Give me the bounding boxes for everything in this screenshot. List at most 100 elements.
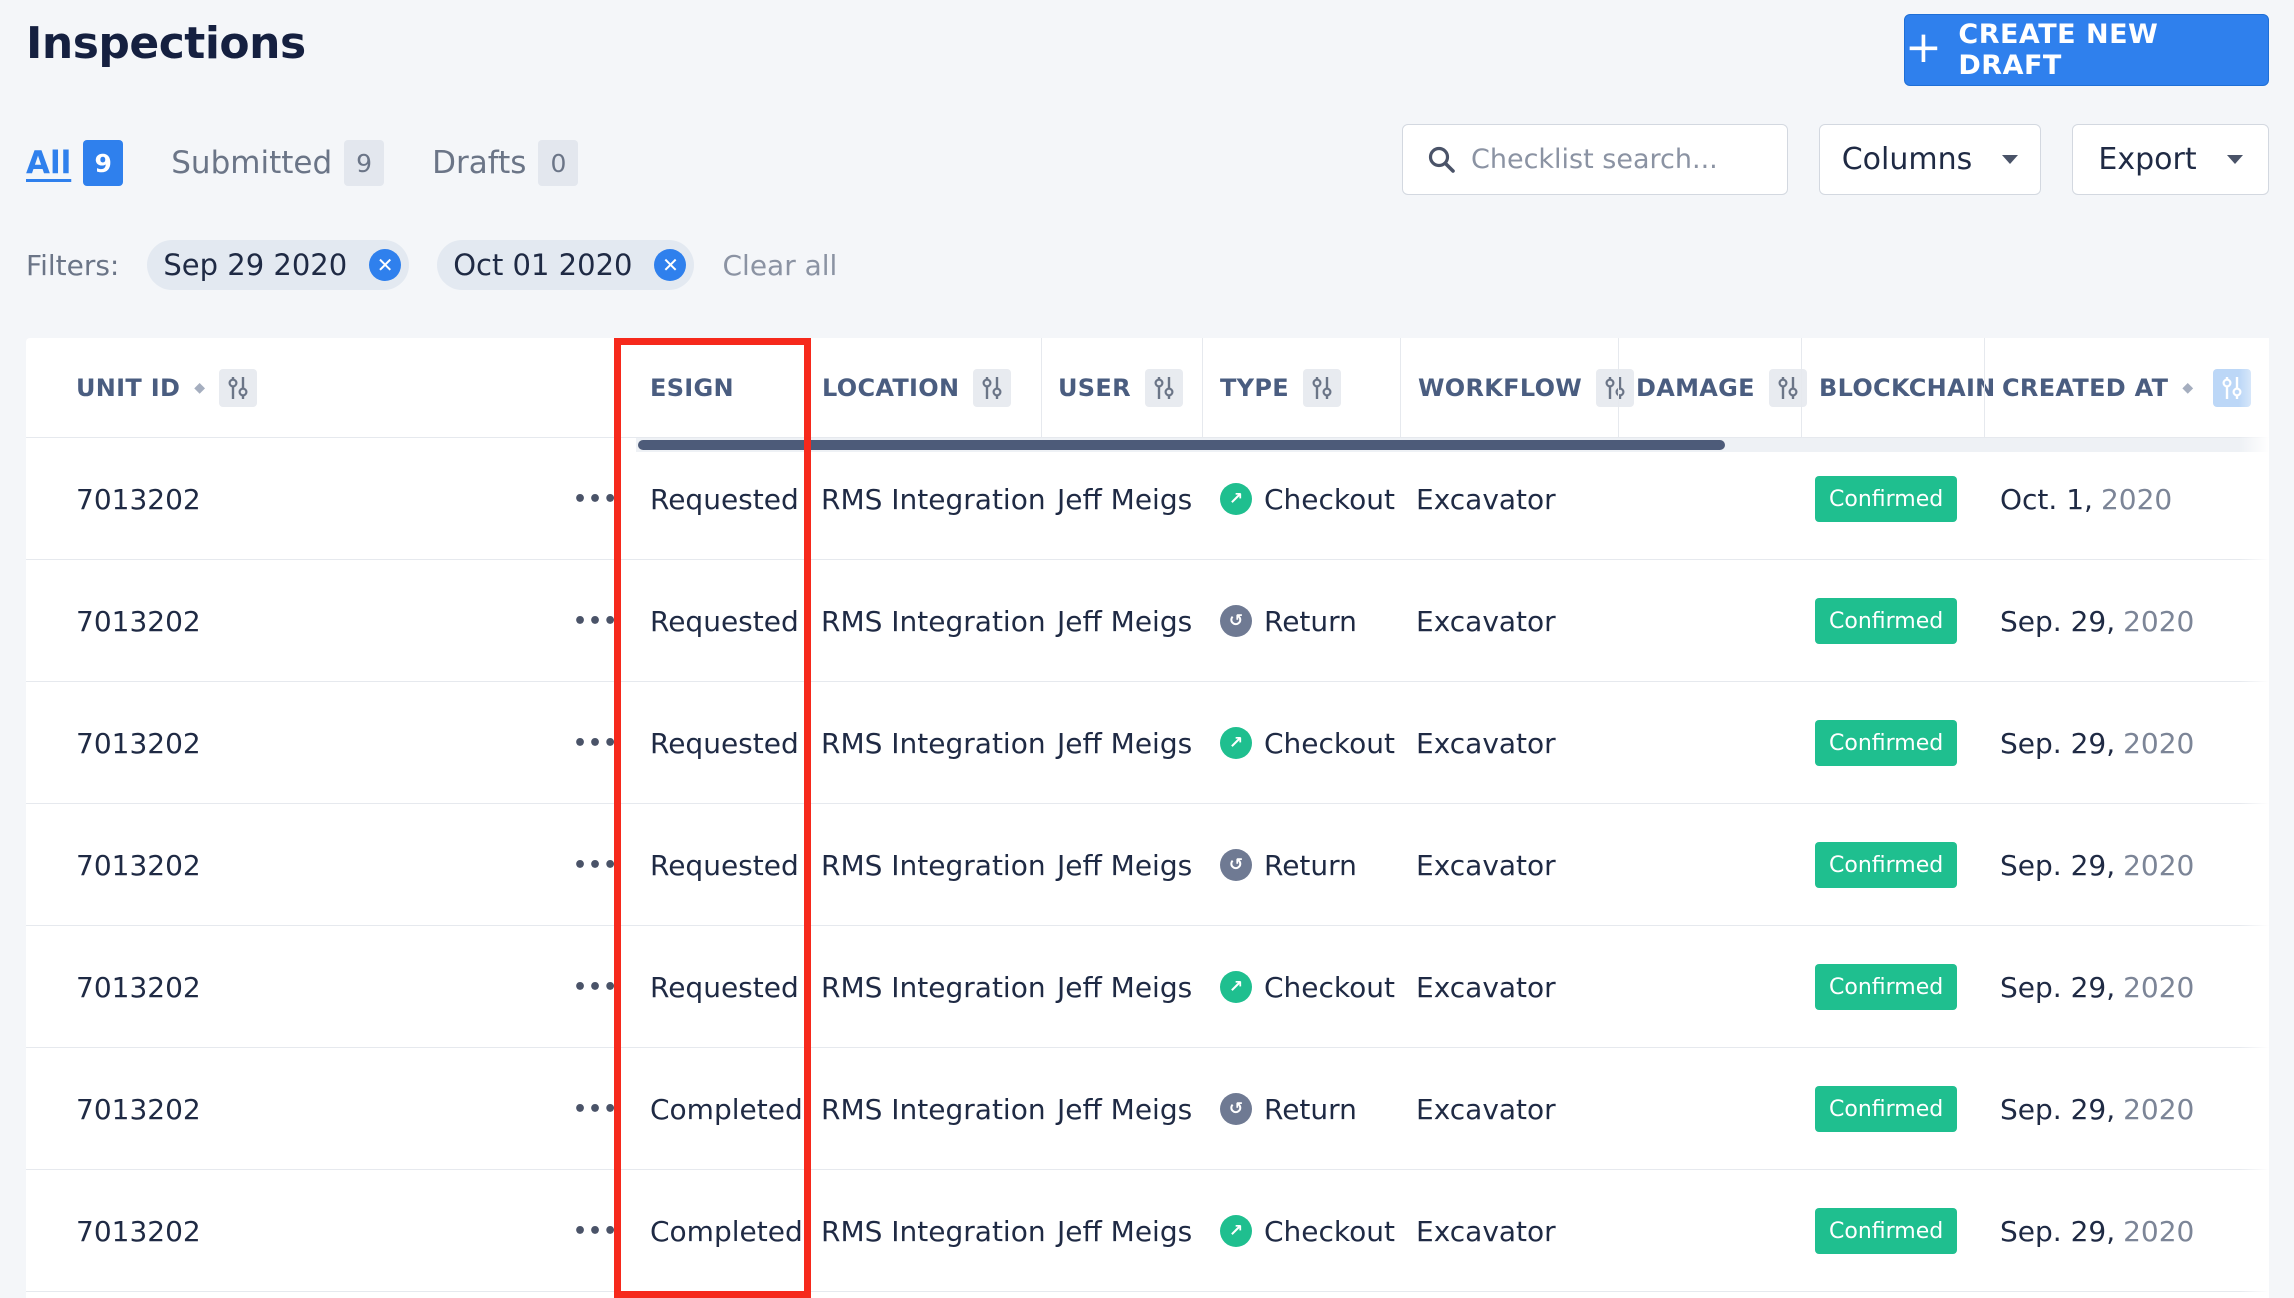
created-at-cell: Sep. 29, 2020 [2000,804,2194,926]
chevron-down-icon [2002,155,2019,164]
sort-icon: ◆ [2182,380,2194,396]
header-user[interactable]: USER [1058,338,1183,438]
location-cell: RMS Integration [821,1214,1046,1248]
filter-chip: Sep 29 2020 ✕ [147,240,410,290]
header-workflow[interactable]: WORKFLOW [1418,338,1635,438]
esign-cell: Completed [650,1214,803,1248]
close-icon[interactable]: ✕ [369,249,402,281]
return-arrow-icon: ↺ [1220,1093,1252,1125]
table-row[interactable]: 7013202 ••• Completed RMS Integration Jeff M… [26,1048,2269,1170]
header-divider [616,338,617,438]
header-divider [1041,338,1042,438]
table-row[interactable]: 7013202 ••• Requested RMS Integration Jeff M… [26,438,2269,560]
more-options-icon[interactable]: ••• [573,560,618,682]
search-placeholder: Checklist search... [1471,144,1718,175]
user-cell: Jeff Meigs [1057,726,1193,760]
user-cell: Jeff Meigs [1057,848,1193,882]
more-options-icon[interactable]: ••• [573,1170,618,1292]
columns-label: Columns [1841,142,1973,177]
created-date: Sep. 29, [2000,726,2116,760]
user-cell: Jeff Meigs [1057,482,1193,516]
columns-dropdown-button[interactable]: Columns [1819,124,2041,195]
column-settings-icon[interactable] [973,369,1012,407]
create-new-draft-button[interactable]: + CREATE NEW DRAFT [1904,14,2269,86]
created-at-cell: Sep. 29, 2020 [2000,1048,2194,1170]
created-date: Sep. 29, [2000,848,2116,882]
header-user-label: USER [1058,374,1131,402]
export-dropdown-button[interactable]: Export [2072,124,2269,195]
user-cell: Jeff Meigs [1057,970,1193,1004]
blockchain-cell: Confirmed [1815,438,1958,560]
workflow-cell: Excavator [1416,1214,1556,1248]
esign-cell: Requested [650,848,799,882]
column-settings-icon[interactable] [219,369,258,407]
more-options-icon[interactable]: ••• [573,926,618,1048]
created-at-cell: Oct. 1, 2020 [2000,438,2172,560]
checkout-arrow-icon: ↗ [1220,971,1252,1003]
unit-id-cell: 7013202 [76,1214,201,1248]
filters-bar: Filters: Sep 29 2020 ✕ Oct 01 2020 ✕ Cle… [26,240,837,290]
type-label: Return [1264,604,1357,638]
more-options-icon[interactable]: ••• [573,804,618,926]
table-row[interactable]: 7013202 ••• Completed RMS Integration Jeff M… [26,1170,2269,1292]
more-options-icon[interactable]: ••• [573,682,618,804]
type-label: Checkout [1264,970,1395,1004]
tab-drafts-count: 0 [538,140,579,186]
created-at-cell: Sep. 29, 2020 [2000,926,2194,1048]
checkout-arrow-icon: ↗ [1220,1215,1252,1247]
type-cell: ↗ Checkout [1220,1170,1395,1292]
esign-cell: Requested [650,482,799,516]
return-arrow-icon: ↺ [1220,849,1252,881]
header-location-label: LOCATION [822,374,960,402]
close-icon[interactable]: ✕ [654,249,687,281]
search-icon [1428,146,1455,173]
filter-chip-label: Oct 01 2020 [453,248,633,282]
location-cell: RMS Integration [821,848,1046,882]
filters-label: Filters: [26,248,120,282]
workflow-cell: Excavator [1416,604,1556,638]
plus-icon: + [1905,22,1943,73]
table-edge-fade [2239,338,2269,1298]
table-row[interactable]: 7013202 ••• Requested RMS Integration Jeff M… [26,804,2269,926]
tab-submitted[interactable]: Submitted 9 [171,140,385,186]
table-row[interactable]: 7013202 ••• Requested RMS Integration Jeff M… [26,682,2269,804]
checkout-arrow-icon: ↗ [1220,483,1252,515]
esign-cell: Completed [650,1092,803,1126]
table-row[interactable]: 7013202 ••• Requested RMS Integration Jeff M… [26,926,2269,1048]
workflow-cell: Excavator [1416,726,1556,760]
type-cell: ↺ Return [1220,804,1357,926]
status-badge: Confirmed [1815,1086,1958,1132]
created-year: 2020 [2123,848,2195,882]
column-settings-icon[interactable] [1596,369,1635,407]
header-created-at[interactable]: CREATED AT ◆ [2002,338,2252,438]
clear-all-link[interactable]: Clear all [722,249,837,282]
tab-all-label: All [26,145,72,181]
header-esign[interactable]: ESIGN [650,338,734,438]
type-cell: ↺ Return [1220,560,1357,682]
status-badge: Confirmed [1815,476,1958,522]
esign-cell: Requested [650,970,799,1004]
column-settings-icon[interactable] [1144,369,1183,407]
more-options-icon[interactable]: ••• [573,438,618,560]
header-damage[interactable]: DAMAGE [1636,338,1807,438]
inspections-page: Inspections + CREATE NEW DRAFT All 9 Sub… [0,0,2294,1298]
header-esign-label: ESIGN [650,374,734,402]
header-blockchain[interactable]: BLOCKCHAIN [1819,338,1996,438]
header-unit-id[interactable]: UNIT ID ◆ [76,338,258,438]
location-cell: RMS Integration [821,482,1046,516]
header-divider [1984,338,1985,438]
esign-cell: Requested [650,726,799,760]
filter-chip-label: Sep 29 2020 [163,248,348,282]
workflow-cell: Excavator [1416,1092,1556,1126]
table-row[interactable]: 7013202 ••• Requested RMS Integration Jeff M… [26,560,2269,682]
created-at-cell: Sep. 29, 2020 [2000,1170,2194,1292]
header-location[interactable]: LOCATION [822,338,1012,438]
more-options-icon[interactable]: ••• [573,1048,618,1170]
header-type[interactable]: TYPE [1220,338,1341,438]
tab-all[interactable]: All 9 [26,140,124,186]
checklist-search-input[interactable]: Checklist search... [1402,124,1788,195]
created-date: Sep. 29, [2000,604,2116,638]
tab-drafts[interactable]: Drafts 0 [432,140,579,186]
column-settings-icon[interactable] [1302,369,1341,407]
blockchain-cell: Confirmed [1815,682,1958,804]
